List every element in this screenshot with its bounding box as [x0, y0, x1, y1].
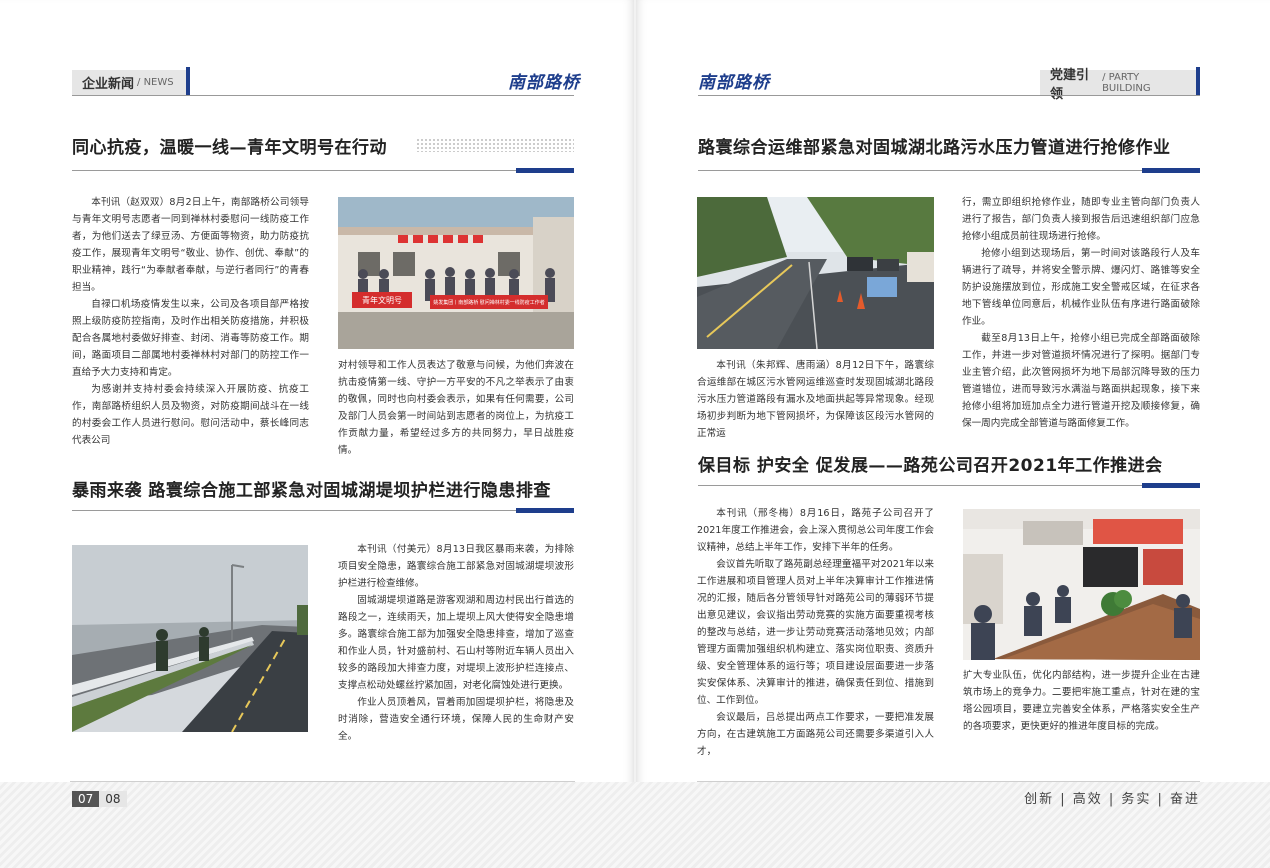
article-title: 同心抗疫，温暖一线—青年文明号在行动 — [72, 138, 387, 158]
brand-logo: 南部路桥 — [698, 73, 770, 93]
title-accent-bar — [1142, 483, 1200, 488]
page-current: 07 — [72, 791, 100, 807]
section-tab-news: 企业新闻 / NEWS — [72, 70, 188, 95]
photo-meeting — [963, 509, 1200, 660]
footer-rule-right — [697, 781, 1200, 782]
article-body-continued: 对村领导和工作人员表达了敬意与问候，为他们奔波在抗击疫情第一线、守护一方平安的不… — [338, 357, 574, 459]
photo-banner-left: 青年文明号 — [362, 295, 402, 305]
section-tab-label: 企业新闻 — [82, 77, 135, 92]
article-body-continued: 行，需立即组织抢修作业，随即专业主管向部门负责人进行了报告，部门负责人接到报告后… — [962, 194, 1200, 432]
paragraph: 截至8月13日上午，抢修小组已完成全部路面破除工作，并进一步对管道损坏情况进行了… — [962, 333, 1200, 429]
photo-road-repair — [697, 197, 934, 349]
paragraph: 固城湖堤坝道路是游客观湖和周边村民出行首选的路段之一，连续雨天，加上堤坝上风大使… — [338, 595, 574, 691]
title-rule — [698, 485, 1200, 486]
paragraph: 对村领导和工作人员表达了敬意与问候，为他们奔波在抗击疫情第一线、守护一方平安的不… — [338, 360, 574, 456]
title-rule — [72, 170, 574, 171]
article-title: 路寰综合运维部紧急对固城湖北路污水压力管道进行抢修作业 — [698, 138, 1171, 158]
section-tab-en: / PARTY BUILDING — [1102, 71, 1151, 94]
title-rule — [72, 510, 574, 511]
article-body: 本刊讯（赵双双）8月2日上午，南部路桥公司领导与青年文明号志愿者一同到禅林村委慰… — [72, 194, 309, 449]
paragraph: 自禄口机场疫情发生以来，公司及各项目部严格按照上级防疫防控指南，及时作出相关防疫… — [72, 299, 309, 378]
title-rule — [698, 170, 1200, 171]
page-next: 08 — [99, 791, 127, 807]
footer-rule-left — [70, 781, 575, 782]
section-tab-en: / NEWS — [137, 77, 174, 88]
paragraph: 作业人员顶着风，冒着雨加固堤坝护栏，将隐患及时消除，营造安全通行环境，保障人民的… — [338, 697, 574, 742]
title-accent-bar — [516, 168, 574, 173]
article-body-continued: 扩大专业队伍，优化内部结构，进一步提升企业在古建筑市场上的竞争力。二要把牢施工重… — [963, 667, 1200, 735]
article-body: 本刊讯（朱邦辉、唐雨涵）8月12日下午，路寰综合运维部在城区污水管网运维巡查时发… — [697, 357, 934, 442]
paragraph: 会议首先听取了路苑副总经理童福平对2021年以来工作进展和项目管理人员对上半年决… — [697, 559, 934, 706]
paragraph: 本刊讯（邢冬梅）8月16日，路苑子公司召开了2021年度工作推进会，会上深入贯彻… — [697, 508, 934, 553]
paragraph: 扩大专业队伍，优化内部结构，进一步提升企业在古建筑市场上的竞争力。二要把牢施工重… — [963, 670, 1200, 732]
header-rule — [72, 95, 574, 96]
brand-logo: 南部路桥 — [508, 73, 580, 93]
title-accent-bar — [516, 508, 574, 513]
paragraph: 行，需立即组织抢修作业，随即专业主管向部门负责人进行了报告，部门负责人接到报告后… — [962, 197, 1200, 242]
section-tab-party-building: 党建引领 / PARTY BUILDING — [1040, 68, 1196, 102]
tab-accent-bar — [186, 67, 190, 96]
paragraph: 本刊讯（朱邦辉、唐雨涵）8月12日下午，路寰综合运维部在城区污水管网运维巡查时发… — [697, 360, 934, 439]
paragraph: 本刊讯（赵双双）8月2日上午，南部路桥公司领导与青年文明号志愿者一同到禅林村委慰… — [72, 197, 309, 293]
title-dot-pattern — [416, 138, 574, 152]
paragraph: 为感谢并支持村委会持续深入开展防疫、抗疫工作，南部路桥组织人员及物资，对防疫期间… — [72, 384, 309, 446]
paragraph: 本刊讯（付美元）8月13日我区暴雨来袭，为排除项目安全隐患，路寰综合施工部紧急对… — [338, 544, 574, 589]
photo-banner-right: 姚发集团丨南部路桥 慰问禅林村委一线防疫工作者 — [433, 299, 545, 306]
tab-accent-bar — [1196, 67, 1200, 96]
article-body: 本刊讯（邢冬梅）8月16日，路苑子公司召开了2021年度工作推进会，会上深入贯彻… — [697, 505, 934, 760]
photo-volunteers: 青年文明号 姚发集团丨南部路桥 慰问禅林村委一线防疫工作者 — [338, 197, 574, 349]
article-body: 本刊讯（付美元）8月13日我区暴雨来袭，为排除项目安全隐患，路寰综合施工部紧急对… — [338, 541, 574, 745]
title-accent-bar — [1142, 168, 1200, 173]
paragraph: 会议最后，吕总提出两点工作要求，一要把准发展方向，在古建筑施工方面路苑公司还需要… — [697, 712, 934, 757]
article-title: 保目标 护安全 促发展——路苑公司召开2021年工作推进会 — [698, 456, 1163, 476]
paragraph: 抢修小组到达现场后，第一时间对该路段行人及车辆进行了疏导，并将安全警示牌、爆闪灯… — [962, 248, 1200, 327]
footer-slogan: 创新 | 高效 | 务实 | 奋进 — [1024, 792, 1200, 807]
header-rule — [698, 95, 1200, 96]
photo-lake-embankment — [72, 545, 308, 732]
page-number: 07 08 — [72, 791, 127, 807]
article-title: 暴雨来袭 路寰综合施工部紧急对固城湖堤坝护栏进行隐患排查 — [72, 481, 551, 501]
